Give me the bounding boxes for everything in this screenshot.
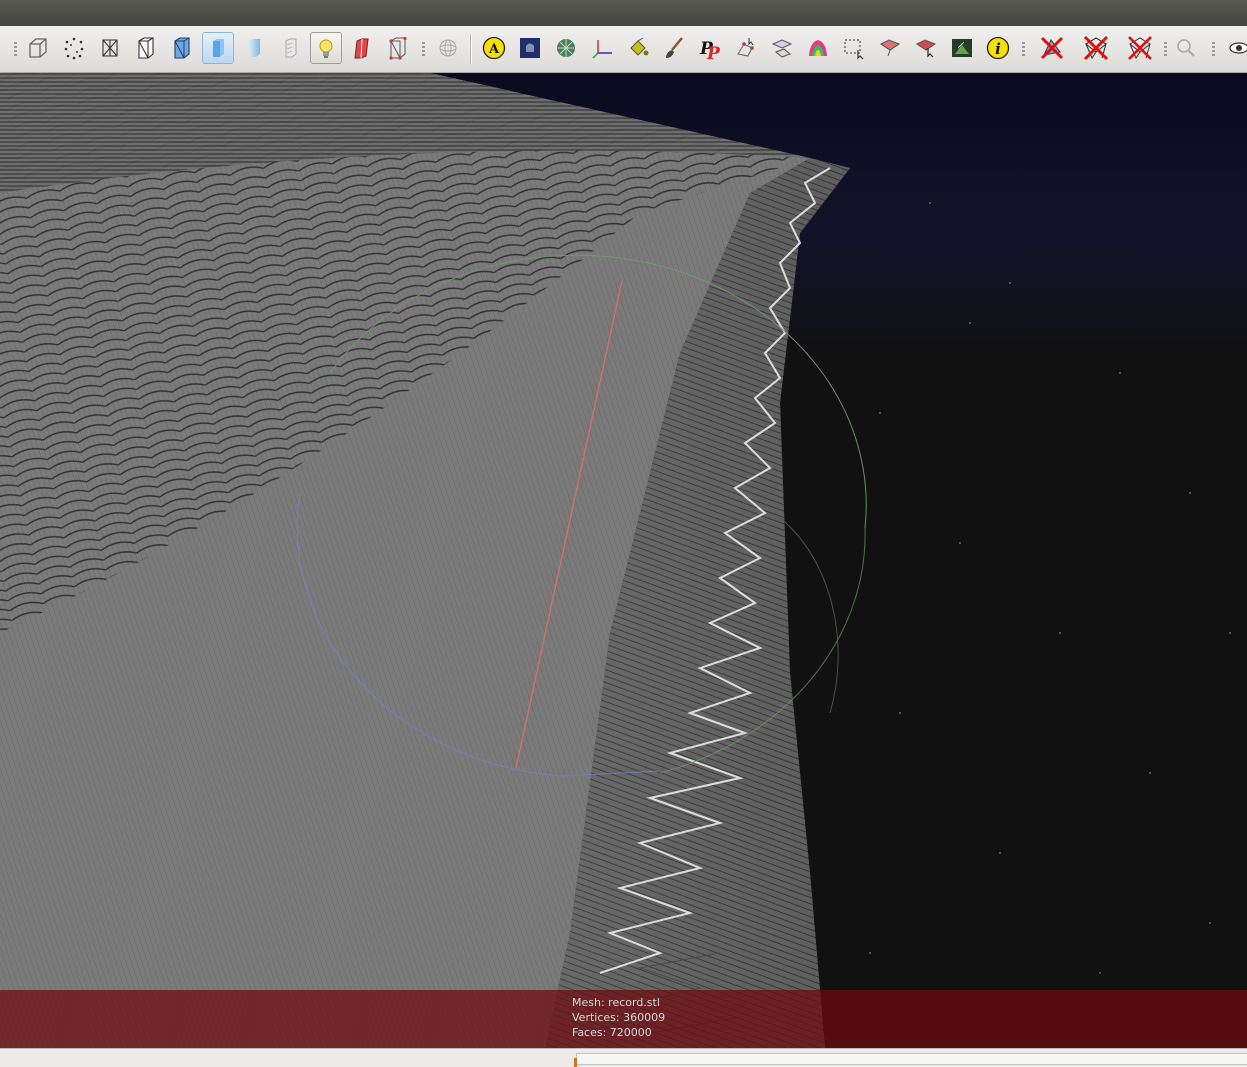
selected-faces-icon[interactable] <box>382 32 414 64</box>
toolbar-grip[interactable] <box>14 42 17 56</box>
select-region-icon[interactable] <box>838 32 870 64</box>
trackball-icon[interactable] <box>432 32 464 64</box>
toolbar-grip[interactable] <box>1022 42 1025 56</box>
paintbrush-icon[interactable] <box>658 32 690 64</box>
select-vertices-icon[interactable] <box>730 32 762 64</box>
pickpoints-icon[interactable]: PP <box>694 32 726 64</box>
annotation-a-icon[interactable]: A <box>478 32 510 64</box>
faces-count-label: Faces: 720000 <box>572 1026 652 1039</box>
toolbar-grip[interactable] <box>1164 42 1167 56</box>
color-mesh-icon[interactable] <box>802 32 834 64</box>
flat-lines-view-icon[interactable] <box>166 32 198 64</box>
toolbar-grip[interactable] <box>422 42 425 56</box>
delete-faces-icon[interactable] <box>1080 32 1112 64</box>
svg-text:i: i <box>995 40 1001 58</box>
mesh-render[interactable] <box>0 73 1247 1048</box>
render-image-icon[interactable] <box>946 32 978 64</box>
wireframe-view-icon[interactable] <box>94 32 126 64</box>
progress-track <box>576 1053 1247 1065</box>
vertices-count-label: Vertices: 360009 <box>572 1011 666 1024</box>
hidden-lines-view-icon[interactable] <box>130 32 162 64</box>
svg-text:P: P <box>706 44 721 60</box>
raster-layer-icon[interactable] <box>514 32 546 64</box>
paint-bucket-icon[interactable] <box>622 32 654 64</box>
light-bulb-icon[interactable] <box>310 32 342 64</box>
decorate-mesh-icon[interactable] <box>550 32 582 64</box>
texture-view-icon[interactable] <box>274 32 306 64</box>
select-connected-icon[interactable] <box>910 32 942 64</box>
smooth-shading-icon[interactable] <box>238 32 270 64</box>
main-toolbar: A PP i <box>0 26 1247 73</box>
toolbar-separator <box>470 34 472 64</box>
points-view-icon[interactable] <box>58 32 90 64</box>
status-bar <box>0 1048 1247 1067</box>
3d-viewport[interactable]: Mesh: record.stl Vertices: 360009 Faces:… <box>0 73 1247 1048</box>
select-faces-icon[interactable] <box>874 32 906 64</box>
align-tool-icon[interactable] <box>766 32 798 64</box>
bbox-box-icon[interactable] <box>22 32 54 64</box>
search-icon[interactable] <box>1170 32 1202 64</box>
eye-icon[interactable] <box>1222 32 1247 64</box>
axis-icon[interactable] <box>586 32 618 64</box>
delete-vertices-icon[interactable] <box>1036 32 1068 64</box>
title-bar <box>0 0 1247 27</box>
mesh-name-label: Mesh: record.stl <box>572 996 660 1009</box>
delete-faces-vertices-icon[interactable] <box>1124 32 1156 64</box>
mesh-info-overlay: Mesh: record.stl Vertices: 360009 Faces:… <box>0 990 1247 1048</box>
info-icon[interactable]: i <box>982 32 1014 64</box>
flat-shading-icon[interactable] <box>202 32 234 64</box>
svg-text:A: A <box>488 42 500 57</box>
backface-icon[interactable] <box>346 32 378 64</box>
toolbar-grip[interactable] <box>1212 42 1215 56</box>
